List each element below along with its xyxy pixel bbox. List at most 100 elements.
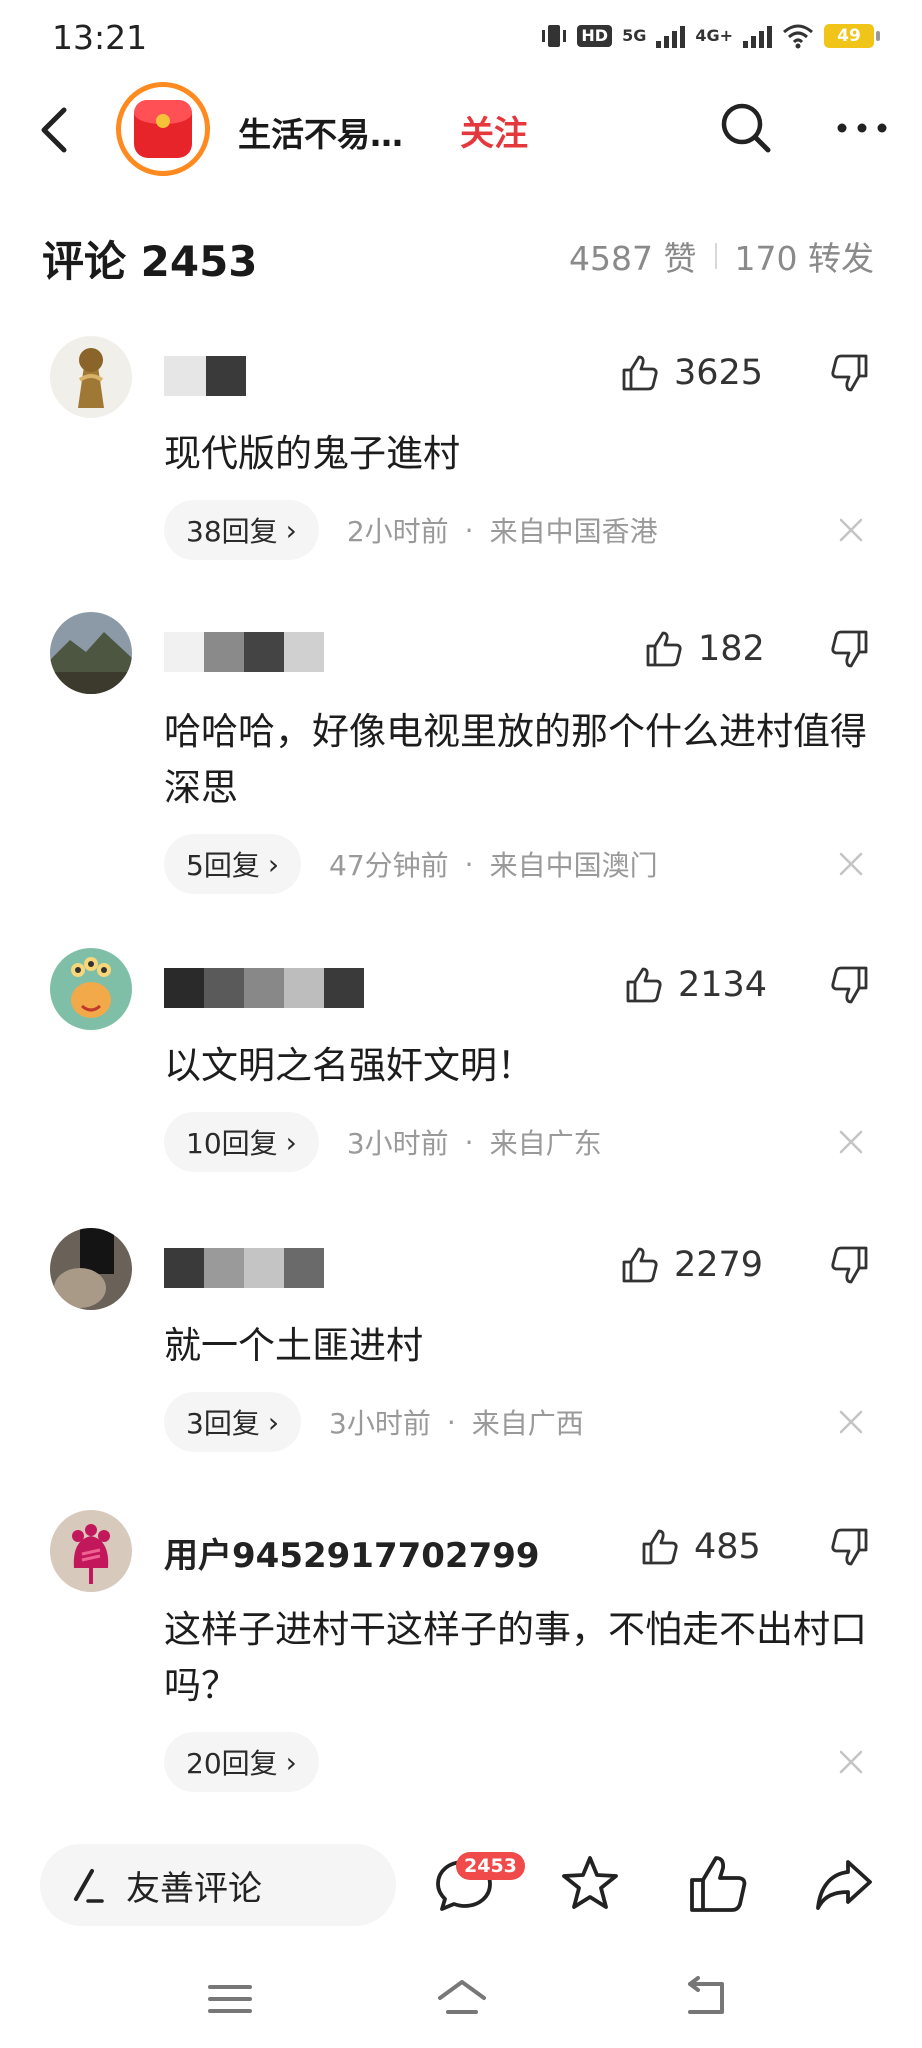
replies-button[interactable]: 5回复 › <box>164 834 302 894</box>
avatar[interactable] <box>50 1510 132 1592</box>
comment-time: 3小时前 <box>329 1407 431 1440</box>
replies-button[interactable]: 38回复 › <box>164 500 319 560</box>
comment-item: 用户9452917702799 485 这样子进村干这样子的事，不怕走不出村口吗… <box>0 1510 922 1810</box>
status-time: 13:21 <box>52 18 148 57</box>
replies-button[interactable]: 3回复 › <box>164 1392 302 1452</box>
stats-divider <box>714 243 717 269</box>
wifi-icon <box>783 24 813 49</box>
search-icon[interactable] <box>716 98 776 158</box>
username[interactable]: 用户9452917702799 <box>164 1528 540 1577</box>
comment-text: 就一个土匪进村 <box>164 1324 423 1367</box>
comment-meta: 3回复 › 3小时前 · 来自广西 <box>164 1392 584 1452</box>
like-count: 485 <box>694 1527 761 1567</box>
system-nav-bar <box>0 1960 922 2048</box>
net-5g-label: 5G <box>622 26 647 45</box>
chevron-right-icon: › <box>267 1405 280 1439</box>
close-icon[interactable] <box>836 515 866 545</box>
meta-separator: · <box>446 1405 456 1439</box>
replies-button[interactable]: 20回复 › <box>164 1732 319 1792</box>
comment-item: 182 哈哈哈，好像电视里放的那个什么进村值得深思 5回复 › 47分钟前 · 来… <box>0 612 922 912</box>
comment-count-badge: 2453 <box>456 1852 525 1880</box>
comment-text: 以文明之名强奸文明！ <box>164 1044 534 1087</box>
comment-location: 来自广西 <box>471 1407 584 1440</box>
vibrate-icon <box>542 25 567 47</box>
meta-separator: · <box>464 1125 474 1159</box>
account-avatar[interactable] <box>116 82 210 176</box>
comment-time: 2小时前 <box>346 515 449 548</box>
comment-location: 来自中国澳门 <box>489 849 658 882</box>
like-button[interactable]: 2134 <box>624 960 767 1010</box>
thumb-up-icon <box>642 1529 678 1565</box>
thumb-down-icon[interactable] <box>826 1240 872 1290</box>
meta-separator: · <box>464 847 474 881</box>
replies-count: 20回复 <box>186 1747 278 1780</box>
comments-title: 评论 2453 <box>42 237 258 286</box>
avatar[interactable] <box>50 336 132 418</box>
comment-compose-box[interactable]: 友善评论 <box>40 1844 396 1926</box>
thumb-down-icon[interactable] <box>826 1522 872 1572</box>
comment-item: 2279 就一个土匪进村 3回复 › 3小时前 · 来自广西 <box>0 1228 922 1458</box>
chevron-right-icon: › <box>285 513 297 547</box>
like-button[interactable]: 485 <box>640 1522 761 1572</box>
compose-placeholder: 友善评论 <box>126 1868 262 1909</box>
comment-text: 这样子进村干这样子的事，不怕走不出村口吗？ <box>164 1608 867 1707</box>
thumb-up-icon[interactable] <box>686 1852 750 1916</box>
close-icon[interactable] <box>836 1747 866 1777</box>
share-icon[interactable] <box>812 1852 876 1916</box>
star-icon[interactable] <box>558 1852 622 1916</box>
avatar[interactable] <box>50 612 132 694</box>
comment-item: 2134 以文明之名强奸文明！ 10回复 › 3小时前 · 来自广东 <box>0 948 922 1178</box>
avatar[interactable] <box>50 948 132 1030</box>
comment-time: 3小时前 <box>346 1127 449 1160</box>
replies-count: 5回复 <box>186 849 260 882</box>
thumb-up-icon <box>622 355 658 391</box>
follow-button[interactable]: 关注 <box>460 106 528 155</box>
back-icon[interactable] <box>30 102 90 158</box>
reposts-count[interactable]: 170 转发 <box>735 232 874 280</box>
replies-count: 38回复 <box>186 515 278 548</box>
thumb-up-icon <box>646 631 682 667</box>
like-count: 2279 <box>674 1245 764 1285</box>
close-icon[interactable] <box>836 849 866 879</box>
username-blurred[interactable] <box>164 632 324 674</box>
replies-count: 10回复 <box>186 1127 278 1160</box>
close-icon[interactable] <box>836 1407 866 1437</box>
username-blurred[interactable] <box>164 1248 324 1290</box>
red-packet-icon <box>134 100 192 158</box>
replies-button[interactable]: 10回复 › <box>164 1112 319 1172</box>
thumb-up-icon <box>622 1247 658 1283</box>
likes-count[interactable]: 4587 赞 <box>569 232 696 280</box>
comment-meta: 5回复 › 47分钟前 · 来自中国澳门 <box>164 834 658 894</box>
like-button[interactable]: 182 <box>644 624 765 674</box>
menu-icon[interactable] <box>200 1974 260 2024</box>
chevron-right-icon: › <box>267 847 280 881</box>
chevron-right-icon: › <box>285 1125 297 1159</box>
battery-indicator: 49 <box>824 24 880 48</box>
more-icon[interactable] <box>832 98 892 158</box>
account-name[interactable]: 生活不易… <box>238 108 403 156</box>
meta-separator: · <box>464 513 474 547</box>
like-button[interactable]: 3625 <box>620 348 763 398</box>
top-header: 生活不易… 关注 <box>0 82 922 178</box>
like-count: 3625 <box>674 353 764 393</box>
close-icon[interactable] <box>836 1127 866 1157</box>
comment-meta: 10回复 › 3小时前 · 来自广东 <box>164 1112 602 1172</box>
username-blurred[interactable] <box>164 356 246 398</box>
comment-text: 哈哈哈，好像电视里放的那个什么进村值得深思 <box>164 710 867 809</box>
back-nav-icon[interactable] <box>676 1974 736 2024</box>
signal-icon-2 <box>743 24 772 48</box>
comment-item: 3625 现代版的鬼子進村 38回复 › 2小时前 · 来自中国香港 <box>0 336 922 566</box>
thumb-down-icon[interactable] <box>826 960 872 1010</box>
like-button[interactable]: 2279 <box>620 1240 763 1290</box>
comment-meta: 38回复 › 2小时前 · 来自中国香港 <box>164 500 658 560</box>
like-count: 182 <box>698 629 765 669</box>
thumb-down-icon[interactable] <box>826 624 872 674</box>
comment-meta: 20回复 › <box>164 1732 319 1792</box>
pen-icon <box>74 1869 104 1903</box>
comment-time: 47分钟前 <box>329 849 449 882</box>
username-blurred[interactable] <box>164 968 364 1010</box>
home-icon[interactable] <box>432 1974 492 2024</box>
avatar[interactable] <box>50 1228 132 1310</box>
comment-location: 来自广东 <box>489 1127 602 1160</box>
thumb-down-icon[interactable] <box>826 348 872 398</box>
